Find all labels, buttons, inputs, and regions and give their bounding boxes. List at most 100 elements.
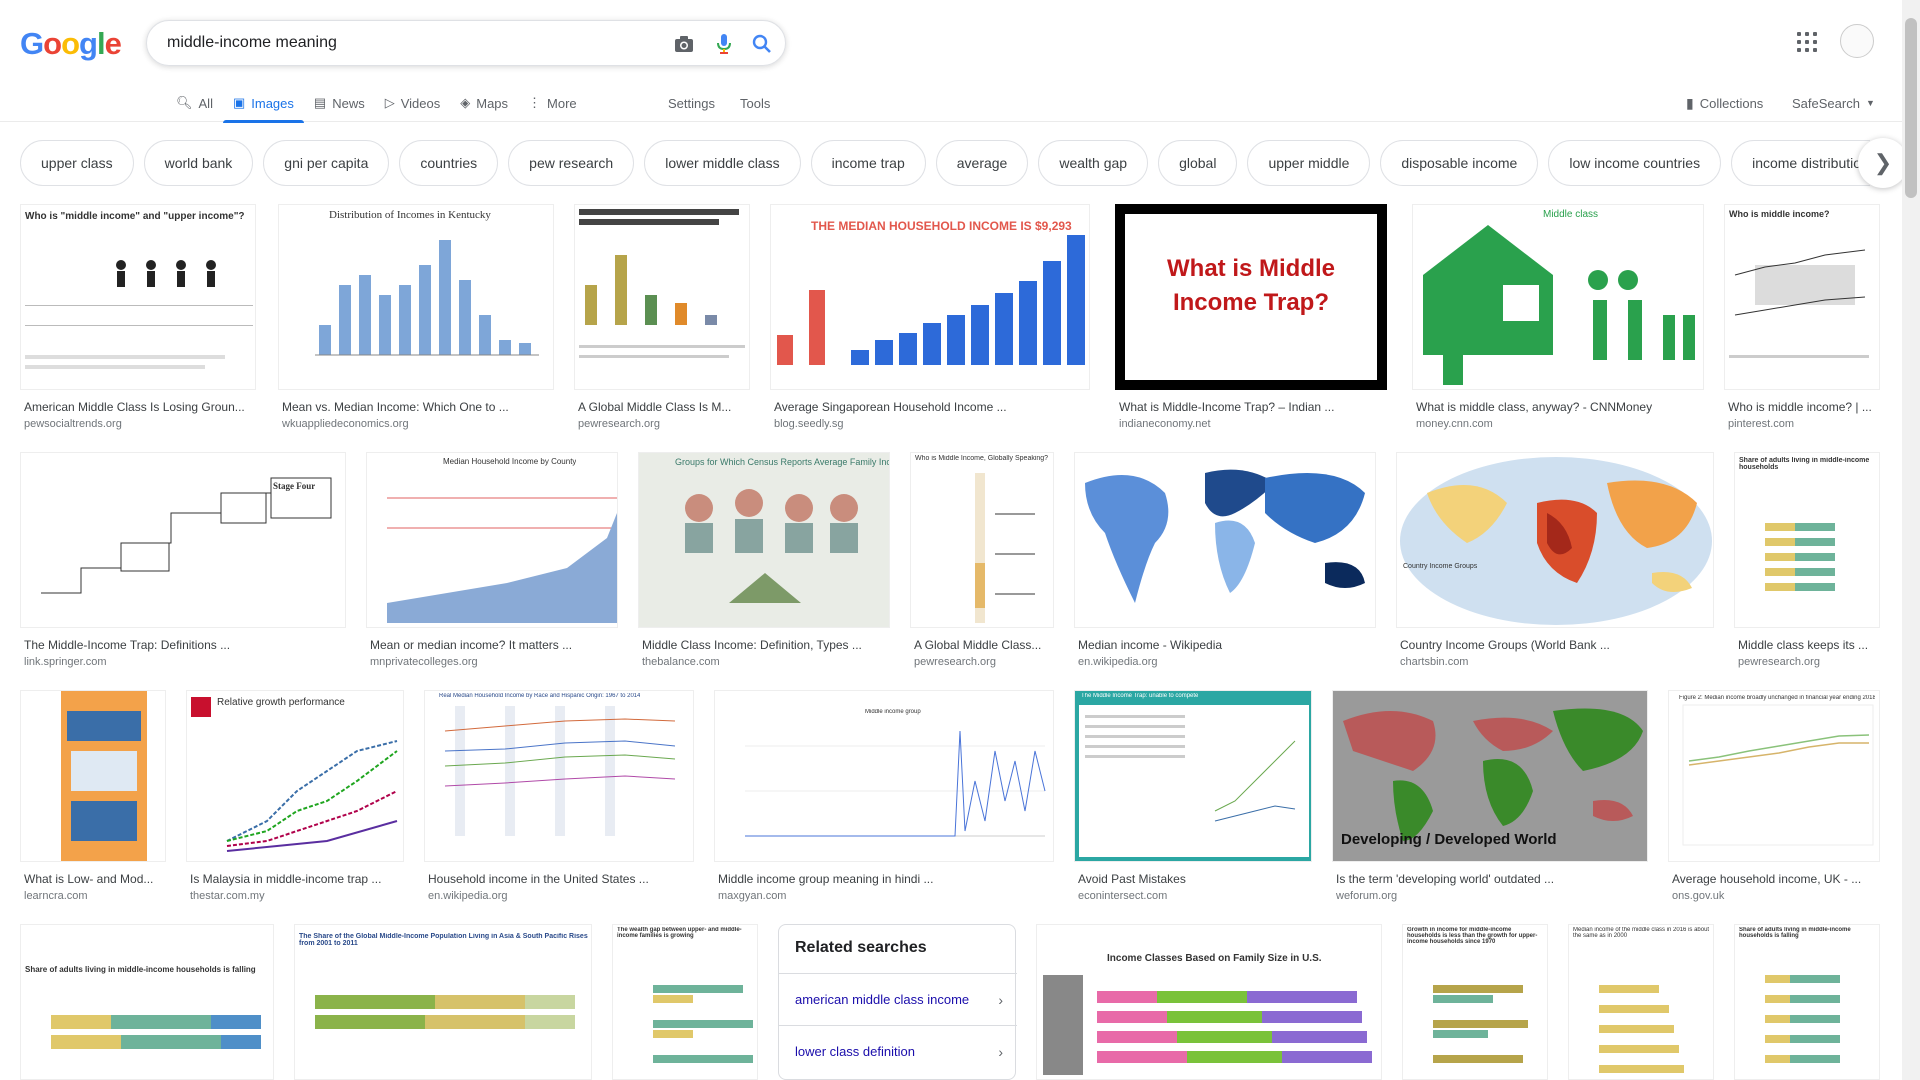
result-thumbnail[interactable]: Distribution of Incomes in Kentucky: [278, 204, 554, 390]
bookmark-icon: ▮: [1686, 94, 1694, 111]
microphone-icon[interactable]: [711, 31, 737, 57]
result-thumbnail[interactable]: Figure 2: Median income broadly unchange…: [1668, 690, 1880, 862]
related-searches-heading: Related searches: [795, 939, 927, 956]
chip[interactable]: wealth gap: [1038, 140, 1149, 186]
scrollbar-thumb[interactable]: [1905, 18, 1917, 198]
chip[interactable]: pew research: [508, 140, 635, 186]
chip[interactable]: world bank: [143, 140, 254, 186]
chevron-right-icon: ›: [998, 992, 1003, 1008]
result-thumbnail[interactable]: Middle class: [1412, 204, 1704, 390]
dropdown-arrow-icon: ▼: [1865, 98, 1875, 108]
image-result[interactable]: Share of adults living in middle-income …: [1734, 924, 1880, 1080]
google-logo[interactable]: Google: [20, 26, 122, 62]
result-thumbnail[interactable]: Income Classes Based on Family Size in U…: [1036, 924, 1382, 1080]
chip[interactable]: average: [935, 140, 1029, 186]
chip[interactable]: income distribution: [1731, 140, 1870, 186]
image-result[interactable]: A Global Middle Class Is M... pewresearc…: [574, 204, 750, 434]
result-thumbnail[interactable]: [20, 690, 166, 862]
result-thumbnail[interactable]: Who is middle income?: [1724, 204, 1880, 390]
image-result[interactable]: Share of adults living in middle-income …: [1734, 452, 1880, 674]
result-thumbnail[interactable]: The Middle Income Trap: unable to compet…: [1074, 690, 1312, 862]
image-result[interactable]: Real Median Household Income by Race and…: [424, 690, 694, 914]
chip[interactable]: gni per capita: [263, 140, 390, 186]
related-searches-panel: Related searches american middle class i…: [778, 924, 1017, 1080]
tab-images[interactable]: ▣ Images: [222, 84, 304, 123]
result-thumbnail[interactable]: Who is Middle Income, Globally Speaking?: [910, 452, 1054, 628]
image-result[interactable]: The wealth gap between upper- and middle…: [612, 924, 758, 1080]
settings-link[interactable]: Settings: [668, 84, 715, 122]
avatar[interactable]: [1840, 24, 1874, 58]
result-thumbnail[interactable]: [574, 204, 750, 390]
result-thumbnail[interactable]: Developing / Developed World: [1332, 690, 1648, 862]
chip[interactable]: lower middle class: [644, 140, 801, 186]
page-scrollbar[interactable]: [1902, 0, 1920, 1080]
result-thumbnail[interactable]: Middle income group: [714, 690, 1054, 862]
apps-grid-icon[interactable]: [1795, 30, 1819, 54]
collections-link[interactable]: ▮ Collections: [1686, 84, 1763, 122]
chip[interactable]: disposable income: [1380, 140, 1539, 186]
result-thumbnail[interactable]: Stage Four: [20, 452, 346, 628]
result-thumbnail[interactable]: THE MEDIAN HOUSEHOLD INCOME IS $9,293: [770, 204, 1090, 390]
image-result[interactable]: Median Household Income by County Mean o…: [366, 452, 618, 674]
tab-maps[interactable]: ◈ Maps: [450, 84, 518, 122]
result-thumbnail[interactable]: Who is "middle income" and "upper income…: [20, 204, 256, 390]
result-thumbnail[interactable]: Share of adults living in middle-income …: [1734, 452, 1880, 628]
result-thumbnail[interactable]: Median income of the middle class in 201…: [1568, 924, 1714, 1080]
image-result[interactable]: Who is "middle income" and "upper income…: [20, 204, 256, 434]
search-icon: 🔍︎: [176, 95, 193, 110]
image-result[interactable]: Distribution of Incomes in Kentucky Mean…: [278, 204, 554, 434]
image-result[interactable]: The Share of the Global Middle-Income Po…: [294, 924, 592, 1080]
image-result[interactable]: What is Low- and Mod... learncra.com: [20, 690, 166, 914]
image-result[interactable]: Who is middle income? Who is middle inco…: [1724, 204, 1880, 434]
result-thumbnail[interactable]: Growth in income for middle-income house…: [1402, 924, 1548, 1080]
image-result[interactable]: Country Income Groups Country Income Gro…: [1396, 452, 1714, 674]
chip[interactable]: low income countries: [1548, 140, 1722, 186]
tools-link[interactable]: Tools: [740, 84, 770, 122]
search-input[interactable]: [167, 32, 627, 54]
result-thumbnail[interactable]: [1074, 452, 1376, 628]
camera-icon[interactable]: [671, 31, 697, 57]
result-thumbnail[interactable]: The Share of the Global Middle-Income Po…: [294, 924, 592, 1080]
image-result[interactable]: Median income of the middle class in 201…: [1568, 924, 1714, 1080]
result-thumbnail[interactable]: Share of adults living in middle-income …: [1734, 924, 1880, 1080]
result-thumbnail[interactable]: Share of adults living in middle-income …: [20, 924, 274, 1080]
tab-news[interactable]: ▤ News: [304, 84, 375, 122]
image-result[interactable]: Developing / Developed World Is the term…: [1332, 690, 1648, 914]
image-result[interactable]: Who is Middle Income, Globally Speaking?…: [910, 452, 1054, 674]
image-result[interactable]: Stage Four The Middle-Income Trap: Defin…: [20, 452, 346, 674]
image-result[interactable]: Middle class What is middle class, anywa…: [1412, 204, 1704, 434]
chips-next-button[interactable]: ❯: [1858, 138, 1908, 188]
related-search-item[interactable]: american middle class income ›: [779, 973, 1017, 1025]
result-thumbnail[interactable]: Country Income Groups: [1396, 452, 1714, 628]
image-result[interactable]: Figure 2: Median income broadly unchange…: [1668, 690, 1880, 914]
result-thumbnail[interactable]: What is Middle Income Trap?: [1115, 204, 1387, 390]
result-thumbnail[interactable]: Real Median Household Income by Race and…: [424, 690, 694, 862]
tab-all[interactable]: 🔍︎ All: [166, 84, 223, 122]
image-result[interactable]: Middle income group Middle income group …: [714, 690, 1054, 914]
tab-videos[interactable]: ▷ Videos: [375, 84, 451, 122]
result-thumbnail[interactable]: Relative growth performance: [186, 690, 404, 862]
image-result[interactable]: Income Classes Based on Family Size in U…: [1036, 924, 1382, 1080]
tab-more[interactable]: ⋮ More: [518, 84, 587, 122]
result-thumbnail[interactable]: Groups for Which Census Reports Average …: [638, 452, 890, 628]
chip[interactable]: upper class: [20, 140, 134, 186]
chip[interactable]: upper middle: [1247, 140, 1371, 186]
safesearch-menu[interactable]: SafeSearch ▼: [1792, 84, 1875, 122]
chip[interactable]: countries: [399, 140, 499, 186]
search-icon[interactable]: [749, 31, 775, 57]
related-search-item[interactable]: lower class definition ›: [779, 1025, 1017, 1077]
image-result[interactable]: The Middle Income Trap: unable to compet…: [1074, 690, 1312, 914]
image-result[interactable]: What is Middle Income Trap? What is Midd…: [1115, 204, 1387, 434]
image-result[interactable]: THE MEDIAN HOUSEHOLD INCOME IS $9,293 Av…: [770, 204, 1090, 434]
image-result[interactable]: Share of adults living in middle-income …: [20, 924, 274, 1080]
image-result[interactable]: Median income - Wikipedia en.wikipedia.o…: [1074, 452, 1376, 674]
image-result[interactable]: Growth in income for middle-income house…: [1402, 924, 1548, 1080]
result-thumbnail[interactable]: The wealth gap between upper- and middle…: [612, 924, 758, 1080]
image-result[interactable]: Relative growth performance Is Malaysia …: [186, 690, 404, 914]
video-icon: ▷: [384, 95, 395, 110]
image-result[interactable]: Groups for Which Census Reports Average …: [638, 452, 890, 674]
chip[interactable]: global: [1158, 140, 1238, 186]
result-thumbnail[interactable]: Median Household Income by County: [366, 452, 618, 628]
suggestion-chips: upper class world bank gni per capita co…: [20, 140, 1870, 186]
chip[interactable]: income trap: [810, 140, 926, 186]
